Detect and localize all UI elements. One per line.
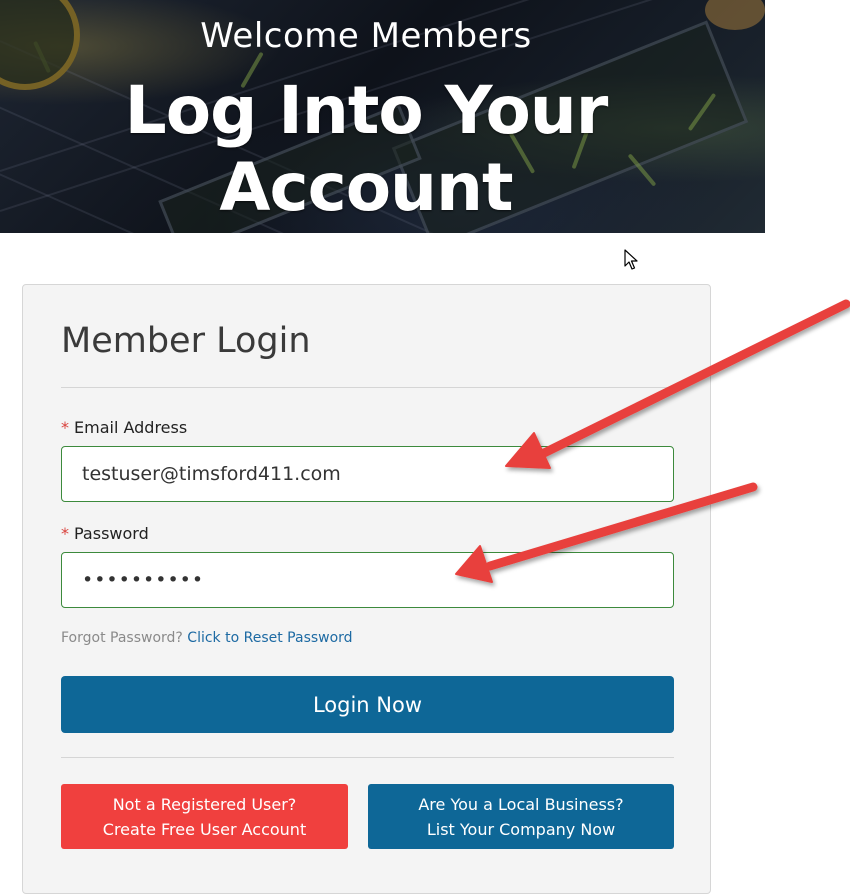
required-marker: * <box>61 418 69 437</box>
password-label: * Password <box>61 524 149 543</box>
required-marker: * <box>61 524 69 543</box>
hero-subtitle: Welcome Members <box>200 16 532 56</box>
password-label-text: Password <box>74 524 149 543</box>
email-input[interactable] <box>61 446 674 502</box>
email-label: * Email Address <box>61 418 187 437</box>
business-button-line2: List Your Company Now <box>426 819 616 839</box>
mouse-cursor-icon <box>624 249 638 270</box>
password-input[interactable] <box>61 552 674 608</box>
member-login-card: Member Login * Email Address * Password Fo… <box>22 284 711 894</box>
register-button-line1: Not a Registered User? <box>112 794 297 814</box>
reset-password-link[interactable]: Click to Reset Password <box>187 630 352 646</box>
forgot-password-text: Forgot Password? <box>61 630 183 646</box>
create-user-account-button[interactable]: Not a Registered User? Create Free User … <box>61 784 348 849</box>
login-now-button[interactable]: Login Now <box>61 676 674 733</box>
list-company-button[interactable]: Are You a Local Business? List Your Comp… <box>368 784 674 849</box>
divider <box>61 387 674 388</box>
hero-title: Log Into Your Account <box>124 72 609 226</box>
email-label-text: Email Address <box>74 418 188 437</box>
card-title: Member Login <box>61 321 311 361</box>
forgot-password-row: Forgot Password? Click to Reset Password <box>61 630 353 646</box>
register-button-line2: Create Free User Account <box>102 819 307 839</box>
hero-banner: Welcome Members Log Into Your Account <box>0 0 765 233</box>
divider <box>61 757 674 758</box>
business-button-line1: Are You a Local Business? <box>418 794 624 814</box>
